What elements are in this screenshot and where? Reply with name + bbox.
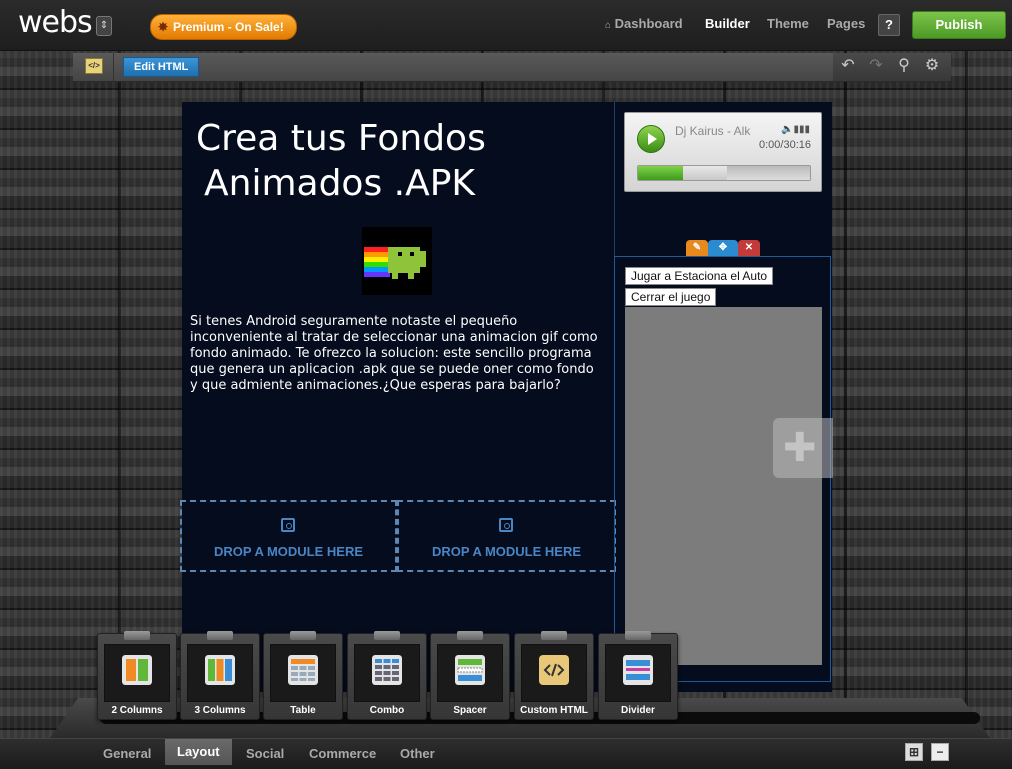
code-icon[interactable]: </> [85, 58, 103, 74]
drag-handle[interactable] [541, 631, 567, 640]
move-icon[interactable]: ✥ [708, 240, 738, 256]
tab-layout[interactable]: Layout [165, 739, 232, 765]
drag-handle[interactable] [124, 631, 150, 640]
drop-zone-left[interactable]: DROP A MODULE HERE [180, 500, 397, 572]
track-title: Dj Kairus - Alk [675, 124, 751, 138]
nav-builder[interactable]: Builder [705, 16, 750, 31]
drop-zone-right[interactable]: DROP A MODULE HERE [397, 500, 616, 572]
drag-handle[interactable] [207, 631, 233, 640]
edit-html-button[interactable]: Edit HTML [123, 57, 200, 77]
puzzle-piece-icon[interactable]: ✚ [773, 418, 833, 478]
module-label: 3 Columns [194, 705, 246, 716]
module-preview [187, 644, 253, 702]
nyan-android-icon [364, 247, 426, 279]
nav-dashboard-label: Dashboard [614, 16, 683, 31]
close-icon[interactable]: ✕ [738, 240, 760, 256]
site-switcher-button[interactable]: ⇕ [96, 16, 112, 36]
play-button[interactable] [637, 125, 665, 153]
editor-toolbar: </> Edit HTML ↶ ↷ ⚲ ⚙ [73, 53, 951, 82]
module-label: Divider [621, 705, 655, 716]
spacer-icon [455, 655, 485, 685]
nav-theme[interactable]: Theme [767, 16, 809, 31]
three-columns-icon [205, 655, 235, 685]
description-paragraph[interactable]: Si tenes Android seguramente notaste el … [190, 314, 605, 394]
combo-icon [372, 655, 402, 685]
minimize-icon[interactable]: − [931, 743, 949, 761]
module-placeholder-icon [280, 518, 295, 532]
toolbar-actions: ↶ ↷ ⚲ ⚙ [833, 53, 951, 81]
module-preview [354, 644, 420, 702]
page-title-line-1[interactable]: Crea tus Fondos [196, 118, 486, 159]
drag-handle[interactable] [457, 631, 483, 640]
drop-zone-label: DROP A MODULE HERE [213, 544, 364, 559]
tab-commerce[interactable]: Commerce [297, 739, 388, 769]
tab-general[interactable]: General [91, 739, 163, 769]
module-label: 2 Columns [111, 705, 163, 716]
volume-icon[interactable]: 🔈▮▮▮ [781, 124, 810, 135]
page-title-line-2[interactable]: Animados .APK [204, 163, 475, 204]
nyan-android-image[interactable] [362, 227, 432, 295]
two-columns-icon [122, 655, 152, 685]
drag-handle[interactable] [374, 631, 400, 640]
module-label: Spacer [453, 705, 487, 716]
premium-label: Premium - On Sale! [173, 20, 284, 34]
play-game-button[interactable]: Jugar a Estaciona el Auto [625, 267, 774, 285]
top-bar: webs ⇕ ✸ Premium - On Sale! ⌂ Dashboard … [0, 0, 1012, 51]
webs-logo[interactable]: webs [18, 5, 93, 40]
progress-fill [638, 166, 683, 180]
module-label: Combo [369, 705, 405, 716]
module-custom-html[interactable]: Custom HTML [514, 631, 594, 720]
module-2-columns[interactable]: 2 Columns [97, 631, 177, 720]
grid-view-icon[interactable]: ⊞ [905, 743, 923, 761]
custom-html-icon [539, 655, 569, 685]
premium-sale-button[interactable]: ✸ Premium - On Sale! [150, 14, 297, 40]
drag-handle[interactable] [290, 631, 316, 640]
module-preview [104, 644, 170, 702]
module-spacer[interactable]: Spacer [430, 631, 510, 720]
module-combo[interactable]: Combo [347, 631, 427, 720]
module-preview [270, 644, 336, 702]
playback-time: 0:00/30:16 [759, 139, 811, 151]
module-divider[interactable]: Divider [598, 631, 678, 720]
game-area[interactable] [625, 307, 822, 665]
pencil-icon[interactable]: ✎ [686, 240, 708, 256]
redo-icon[interactable]: ↷ [867, 57, 885, 75]
module-preview [605, 644, 671, 702]
undo-icon[interactable]: ↶ [839, 57, 857, 75]
module-label: Custom HTML [520, 705, 588, 716]
nav-pages[interactable]: Pages [827, 16, 865, 31]
drag-handle[interactable] [625, 631, 651, 640]
home-icon: ⌂ [605, 20, 612, 31]
publish-button[interactable]: Publish [912, 11, 1006, 39]
drop-zone-label: DROP A MODULE HERE [431, 544, 582, 559]
help-button[interactable]: ? [878, 14, 900, 36]
module-placeholder-icon [498, 518, 513, 532]
nav-dashboard[interactable]: ⌂ Dashboard [605, 16, 683, 31]
module-3-columns[interactable]: 3 Columns [180, 631, 260, 720]
module-preview [521, 644, 587, 702]
module-table[interactable]: Table [263, 631, 343, 720]
divider-icon [623, 655, 653, 685]
progress-bar[interactable] [637, 165, 811, 181]
tab-other[interactable]: Other [388, 739, 447, 769]
module-label: Table [290, 705, 316, 716]
star-icon: ✸ [158, 20, 169, 34]
toolbar-separator [113, 53, 114, 81]
module-preview [437, 644, 503, 702]
music-player: Dj Kairus - Alk 🔈▮▮▮ 0:00/30:16 [624, 112, 822, 192]
close-game-button[interactable]: Cerrar el juego [625, 288, 717, 306]
gear-icon[interactable]: ⚙ [923, 57, 941, 75]
search-icon[interactable]: ⚲ [895, 57, 913, 75]
tab-social[interactable]: Social [234, 739, 296, 769]
table-icon [288, 655, 318, 685]
bottom-tab-bar: General Layout Social Commerce Other ⊞ − [0, 738, 1012, 769]
page-canvas: Crea tus Fondos Animados .APK Si tenes A… [180, 102, 832, 692]
